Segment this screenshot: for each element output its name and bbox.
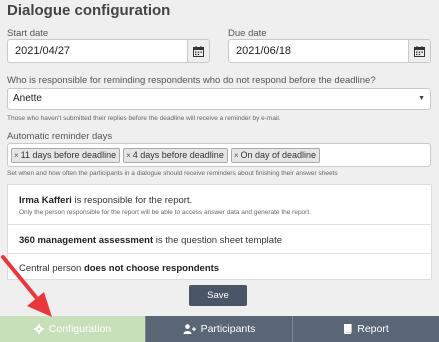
reminder-days-help: Set when and how often the participants … (7, 170, 338, 177)
central-person-row: Central person does not choose responden… (8, 254, 431, 281)
due-date-label: Due date (228, 28, 267, 39)
tab-report-label: Report (357, 323, 389, 335)
responsible-row: Irma Kafferi is responsible for the repo… (8, 185, 431, 225)
dropdown-caret-icon: ▼ (418, 95, 425, 102)
reminder-tag[interactable]: × 4 days before deadline (123, 147, 228, 163)
responsible-note: Only the person responsible for the repo… (19, 209, 311, 216)
template-name: 360 management assessment (19, 235, 154, 246)
users-icon (183, 324, 196, 334)
save-button[interactable]: Save (189, 285, 247, 306)
reminder-days-multiselect[interactable]: × 11 days before deadline × 4 days befor… (7, 143, 431, 167)
reminder-tag-label: 11 days before deadline (20, 150, 117, 160)
reminder-person-select[interactable]: Anette ▼ (7, 88, 431, 110)
start-date-field[interactable]: 2021/04/27 (7, 39, 210, 63)
tab-configuration[interactable]: Configuration (0, 316, 145, 342)
tab-report[interactable]: Report (292, 316, 439, 342)
reminder-tag[interactable]: × On day of deadline (230, 147, 321, 163)
responsible-suffix: is responsible for the report. (71, 195, 193, 206)
template-row: 360 management assessment is the questio… (8, 225, 431, 254)
start-date-label: Start date (7, 28, 49, 39)
template-text: 360 management assessment is the questio… (19, 235, 431, 246)
due-date-field[interactable]: 2021/06/18 (228, 39, 431, 63)
responsible-text: Irma Kafferi is responsible for the repo… (19, 195, 431, 206)
due-date-calendar-button[interactable] (408, 40, 430, 62)
responsible-name: Irma Kafferi (19, 195, 72, 206)
central-bold: does not choose respondents (83, 263, 220, 274)
dialogue-info-panel: Irma Kafferi is responsible for the repo… (7, 184, 432, 280)
calendar-icon (414, 45, 425, 57)
calendar-icon (193, 45, 204, 57)
reminder-person-help: Those who haven't submitted their replie… (7, 115, 281, 122)
reminder-days-label: Automatic reminder days (7, 131, 113, 142)
central-person-text: Central person does not choose responden… (19, 263, 431, 274)
page-title: Dialogue configuration (7, 2, 171, 19)
reminder-person-value: Anette (13, 93, 42, 104)
reminder-tag[interactable]: × 11 days before deadline (11, 147, 121, 163)
remove-tag-icon[interactable]: × (126, 151, 131, 160)
tab-participants[interactable]: Participants (145, 316, 292, 342)
bottom-tab-bar: Configuration Participants Report (0, 316, 439, 342)
gear-icon (33, 324, 44, 334)
central-prefix: Central person (19, 263, 84, 274)
reminder-person-label: Who is responsible for reminding respond… (7, 75, 376, 86)
remove-tag-icon[interactable]: × (234, 151, 239, 160)
remove-tag-icon[interactable]: × (14, 151, 19, 160)
start-date-calendar-button[interactable] (187, 40, 209, 62)
tab-participants-label: Participants (200, 323, 256, 335)
due-date-value[interactable]: 2021/06/18 (229, 40, 408, 62)
dialogue-configuration-page: Dialogue configuration Start date 2021/0… (0, 0, 439, 342)
tab-configuration-label: Configuration (48, 323, 112, 335)
start-date-value[interactable]: 2021/04/27 (8, 40, 187, 62)
reminder-tag-label: 4 days before deadline (132, 150, 224, 160)
template-suffix: is the question sheet template (153, 235, 282, 246)
book-icon (344, 324, 352, 334)
tag-search-input[interactable] (323, 148, 324, 163)
reminder-tag-label: On day of deadline (240, 150, 317, 160)
